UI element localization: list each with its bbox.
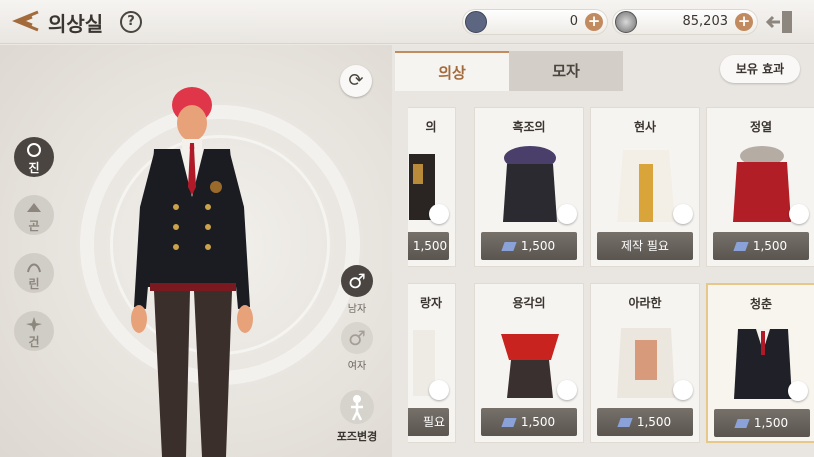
magnifier-icon[interactable] bbox=[429, 204, 449, 224]
price-button[interactable]: 1,500 bbox=[481, 408, 577, 436]
magnifier-icon[interactable] bbox=[557, 380, 577, 400]
lyn-race-icon bbox=[27, 263, 41, 273]
race-jin[interactable]: 진 bbox=[14, 137, 54, 177]
female-label: 여자 bbox=[347, 361, 367, 372]
coin-amount: 85,203 bbox=[682, 14, 729, 29]
price-button[interactable]: 1,500 bbox=[597, 408, 693, 436]
male-symbol-icon: ♂ bbox=[348, 269, 366, 293]
coin-currency: 85,203 + bbox=[612, 9, 758, 35]
gem-icon bbox=[617, 418, 633, 427]
exit-door-icon[interactable] bbox=[764, 8, 796, 36]
costume-image bbox=[617, 150, 675, 222]
race-selector: 진 곤 린 건 bbox=[14, 137, 54, 369]
gem-icon bbox=[501, 418, 517, 427]
costume-card[interactable]: 정열 1,500 bbox=[706, 107, 814, 267]
tab-hat[interactable]: 모자 bbox=[509, 51, 623, 91]
price-button[interactable]: 1,500 bbox=[713, 232, 809, 260]
costume-image bbox=[503, 146, 557, 222]
gem-icon bbox=[501, 242, 517, 251]
costume-name: 의 bbox=[425, 120, 437, 134]
costume-name: 흑조의 bbox=[512, 120, 546, 134]
person-icon bbox=[351, 395, 363, 421]
costume-image bbox=[733, 146, 791, 222]
costume-card[interactable]: 의 1,500 bbox=[408, 107, 456, 267]
gem-icon bbox=[734, 419, 750, 428]
costume-image bbox=[501, 334, 559, 398]
costume-name: 현사 bbox=[633, 120, 657, 134]
gem-add-button[interactable]: + bbox=[585, 13, 603, 31]
gem-icon bbox=[733, 242, 749, 251]
race-gon[interactable]: 곤 bbox=[14, 195, 54, 235]
costume-image bbox=[734, 329, 792, 399]
costume-image bbox=[617, 328, 675, 398]
rotate-refresh-button[interactable]: ⟳ bbox=[340, 65, 372, 97]
costume-card-selected[interactable]: 청춘 1,500 bbox=[706, 283, 814, 443]
costume-card[interactable]: 흑조의 1,500 bbox=[474, 107, 584, 267]
magnifier-icon[interactable] bbox=[789, 204, 809, 224]
price-button[interactable]: 제작 필요 bbox=[597, 232, 693, 260]
coin-icon bbox=[615, 11, 637, 33]
magnifier-icon[interactable] bbox=[429, 380, 449, 400]
magnifier-icon[interactable] bbox=[673, 204, 693, 224]
owned-effect-button[interactable]: 보유 효과 bbox=[720, 55, 800, 83]
female-symbol-icon: ♂ bbox=[348, 326, 366, 350]
price-button[interactable]: 1,500 bbox=[408, 232, 449, 260]
costume-name: 용각의 bbox=[512, 296, 546, 310]
costume-name: 아라한 bbox=[628, 296, 662, 310]
costume-card[interactable]: 용각의 1,500 bbox=[474, 283, 584, 443]
pose-change-label: 포즈변경 bbox=[336, 430, 378, 443]
magnifier-icon[interactable] bbox=[788, 381, 808, 401]
refresh-icon: ⟳ bbox=[348, 70, 364, 91]
help-button[interactable]: ? bbox=[120, 11, 142, 33]
jin-race-icon bbox=[27, 143, 41, 157]
race-label: 린 bbox=[28, 277, 40, 291]
gon-race-icon bbox=[27, 203, 41, 212]
costume-name: 랑자 bbox=[419, 296, 443, 310]
tab-costume[interactable]: 의상 bbox=[395, 51, 509, 91]
costume-panel: 의상 모자 보유 효과 의 1,500 흑조의 1,500 현사 제작 필요 정… bbox=[392, 45, 814, 457]
gem-currency: 0 + bbox=[462, 9, 608, 35]
costume-name: 정열 bbox=[749, 120, 773, 134]
costume-name: 청춘 bbox=[749, 297, 773, 311]
race-label: 진 bbox=[28, 161, 40, 175]
price-button[interactable]: 1,500 bbox=[481, 232, 577, 260]
gem-amount: 0 bbox=[569, 14, 578, 29]
female-button[interactable]: ♂ bbox=[341, 322, 373, 354]
character-stage[interactable]: ⟳ 진 곤 린 건 ♂ 남자 ♂ 여자 포즈변경 bbox=[0, 45, 392, 457]
gem-icon bbox=[465, 11, 487, 33]
price-button[interactable]: 필요 bbox=[408, 408, 449, 436]
male-label: 남자 bbox=[347, 304, 367, 315]
coin-add-button[interactable]: + bbox=[735, 13, 753, 31]
race-label: 곤 bbox=[28, 219, 40, 233]
costume-card[interactable]: 랑자 필요 bbox=[408, 283, 456, 443]
character-model[interactable] bbox=[118, 87, 268, 457]
magnifier-icon[interactable] bbox=[673, 380, 693, 400]
top-bar: 의상실 ? 0 + 85,203 + bbox=[0, 0, 814, 44]
pose-change-button[interactable] bbox=[340, 390, 374, 424]
gun-race-icon bbox=[26, 317, 42, 332]
price-button[interactable]: 1,500 bbox=[714, 409, 810, 437]
race-gun[interactable]: 건 bbox=[14, 311, 54, 351]
back-arrow-icon[interactable] bbox=[8, 8, 42, 34]
costume-card[interactable]: 현사 제작 필요 bbox=[590, 107, 700, 267]
costume-card[interactable]: 아라한 1,500 bbox=[590, 283, 700, 443]
male-button[interactable]: ♂ bbox=[341, 265, 373, 297]
costume-grid: 의 1,500 흑조의 1,500 현사 제작 필요 정열 1,500 랑자 필… bbox=[408, 107, 814, 457]
race-lyn[interactable]: 린 bbox=[14, 253, 54, 293]
race-label: 건 bbox=[28, 335, 40, 349]
page-title: 의상실 bbox=[48, 12, 104, 36]
magnifier-icon[interactable] bbox=[557, 204, 577, 224]
